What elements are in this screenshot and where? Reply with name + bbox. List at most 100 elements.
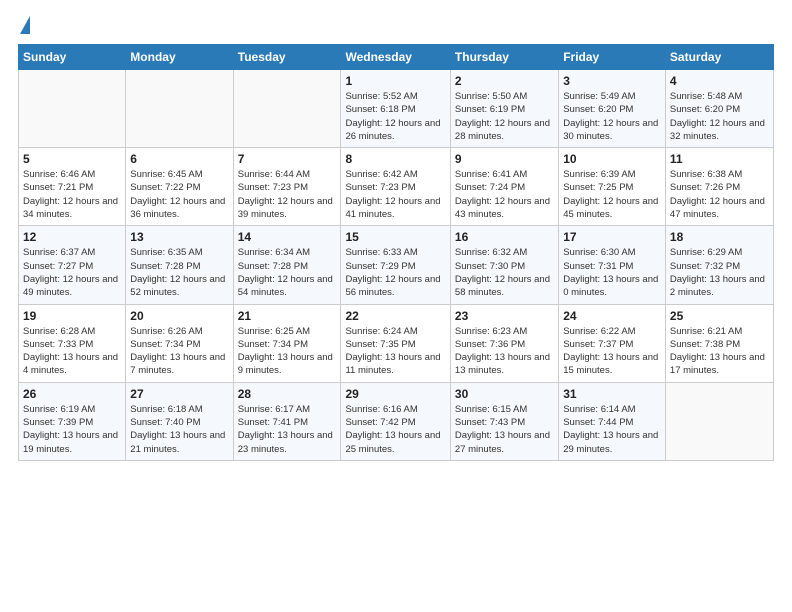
weekday-header-saturday: Saturday	[665, 45, 773, 70]
day-number: 27	[130, 387, 228, 401]
day-cell: 20 Sunrise: 6:26 AM Sunset: 7:34 PM Dayli…	[126, 304, 233, 382]
day-number: 31	[563, 387, 661, 401]
day-info: Sunrise: 6:21 AM Sunset: 7:38 PM Dayligh…	[670, 325, 769, 378]
day-cell: 31 Sunrise: 6:14 AM Sunset: 7:44 PM Dayli…	[559, 382, 666, 460]
day-info: Sunrise: 6:26 AM Sunset: 7:34 PM Dayligh…	[130, 325, 228, 378]
day-cell: 23Sunrise: 6:23 AM Sunset: 7:36 PM Dayli…	[450, 304, 558, 382]
day-cell: 29 Sunrise: 6:16 AM Sunset: 7:42 PM Dayli…	[341, 382, 450, 460]
day-number: 26	[23, 387, 121, 401]
day-cell: 18 Sunrise: 6:29 AM Sunset: 7:32 PM Dayli…	[665, 226, 773, 304]
day-info: Sunrise: 6:44 AM Sunset: 7:23 PM Dayligh…	[238, 168, 337, 221]
day-cell	[233, 70, 341, 148]
day-cell: 24 Sunrise: 6:22 AM Sunset: 7:37 PM Dayli…	[559, 304, 666, 382]
day-number: 4	[670, 74, 769, 88]
week-row-5: 26 Sunrise: 6:19 AM Sunset: 7:39 PM Dayli…	[19, 382, 774, 460]
day-number: 8	[345, 152, 445, 166]
day-number: 17	[563, 230, 661, 244]
day-info: Sunrise: 5:49 AM Sunset: 6:20 PM Dayligh…	[563, 90, 661, 143]
weekday-header-thursday: Thursday	[450, 45, 558, 70]
week-row-4: 19 Sunrise: 6:28 AM Sunset: 7:33 PM Dayli…	[19, 304, 774, 382]
week-row-1: 1 Sunrise: 5:52 AM Sunset: 6:18 PM Daylig…	[19, 70, 774, 148]
day-cell: 6 Sunrise: 6:45 AM Sunset: 7:22 PM Daylig…	[126, 148, 233, 226]
day-cell: 27Sunrise: 6:18 AM Sunset: 7:40 PM Dayli…	[126, 382, 233, 460]
day-number: 13	[130, 230, 228, 244]
day-cell: 2 Sunrise: 5:50 AM Sunset: 6:19 PM Daylig…	[450, 70, 558, 148]
day-info: Sunrise: 6:23 AM Sunset: 7:36 PM Dayligh…	[455, 325, 554, 378]
weekday-header-monday: Monday	[126, 45, 233, 70]
day-number: 15	[345, 230, 445, 244]
day-number: 10	[563, 152, 661, 166]
day-cell: 17 Sunrise: 6:30 AM Sunset: 7:31 PM Dayli…	[559, 226, 666, 304]
day-info: Sunrise: 5:50 AM Sunset: 6:19 PM Dayligh…	[455, 90, 554, 143]
day-number: 6	[130, 152, 228, 166]
day-number: 18	[670, 230, 769, 244]
day-cell: 3 Sunrise: 5:49 AM Sunset: 6:20 PM Daylig…	[559, 70, 666, 148]
day-info: Sunrise: 6:39 AM Sunset: 7:25 PM Dayligh…	[563, 168, 661, 221]
day-info: Sunrise: 6:34 AM Sunset: 7:28 PM Dayligh…	[238, 246, 337, 299]
page: SundayMondayTuesdayWednesdayThursdayFrid…	[0, 0, 792, 612]
day-cell: 22 Sunrise: 6:24 AM Sunset: 7:35 PM Dayli…	[341, 304, 450, 382]
day-cell: 15 Sunrise: 6:33 AM Sunset: 7:29 PM Dayli…	[341, 226, 450, 304]
day-info: Sunrise: 5:52 AM Sunset: 6:18 PM Dayligh…	[345, 90, 445, 143]
day-number: 2	[455, 74, 554, 88]
day-cell: 25 Sunrise: 6:21 AM Sunset: 7:38 PM Dayli…	[665, 304, 773, 382]
day-number: 28	[238, 387, 337, 401]
weekday-header-friday: Friday	[559, 45, 666, 70]
day-info: Sunrise: 6:24 AM Sunset: 7:35 PM Dayligh…	[345, 325, 445, 378]
day-info: Sunrise: 6:25 AM Sunset: 7:34 PM Dayligh…	[238, 325, 337, 378]
weekday-header-sunday: Sunday	[19, 45, 126, 70]
day-cell: 10 Sunrise: 6:39 AM Sunset: 7:25 PM Dayli…	[559, 148, 666, 226]
day-info: Sunrise: 6:17 AM Sunset: 7:41 PM Dayligh…	[238, 403, 337, 456]
day-cell: 7 Sunrise: 6:44 AM Sunset: 7:23 PM Daylig…	[233, 148, 341, 226]
day-cell: 1 Sunrise: 5:52 AM Sunset: 6:18 PM Daylig…	[341, 70, 450, 148]
day-cell: 8Sunrise: 6:42 AM Sunset: 7:23 PM Daylig…	[341, 148, 450, 226]
day-cell	[665, 382, 773, 460]
day-info: Sunrise: 6:37 AM Sunset: 7:27 PM Dayligh…	[23, 246, 121, 299]
week-row-2: 5 Sunrise: 6:46 AM Sunset: 7:21 PM Daylig…	[19, 148, 774, 226]
day-number: 3	[563, 74, 661, 88]
day-cell: 19 Sunrise: 6:28 AM Sunset: 7:33 PM Dayli…	[19, 304, 126, 382]
day-info: Sunrise: 6:35 AM Sunset: 7:28 PM Dayligh…	[130, 246, 228, 299]
day-info: Sunrise: 6:32 AM Sunset: 7:30 PM Dayligh…	[455, 246, 554, 299]
day-info: Sunrise: 6:19 AM Sunset: 7:39 PM Dayligh…	[23, 403, 121, 456]
day-number: 7	[238, 152, 337, 166]
logo	[18, 16, 30, 34]
day-cell: 5 Sunrise: 6:46 AM Sunset: 7:21 PM Daylig…	[19, 148, 126, 226]
day-info: Sunrise: 6:46 AM Sunset: 7:21 PM Dayligh…	[23, 168, 121, 221]
day-cell: 30Sunrise: 6:15 AM Sunset: 7:43 PM Dayli…	[450, 382, 558, 460]
day-cell: 16Sunrise: 6:32 AM Sunset: 7:30 PM Dayli…	[450, 226, 558, 304]
week-row-3: 12 Sunrise: 6:37 AM Sunset: 7:27 PM Dayli…	[19, 226, 774, 304]
calendar: SundayMondayTuesdayWednesdayThursdayFrid…	[18, 44, 774, 461]
day-info: Sunrise: 6:29 AM Sunset: 7:32 PM Dayligh…	[670, 246, 769, 299]
day-number: 1	[345, 74, 445, 88]
day-number: 19	[23, 309, 121, 323]
day-info: Sunrise: 6:30 AM Sunset: 7:31 PM Dayligh…	[563, 246, 661, 299]
day-info: Sunrise: 6:16 AM Sunset: 7:42 PM Dayligh…	[345, 403, 445, 456]
day-info: Sunrise: 5:48 AM Sunset: 6:20 PM Dayligh…	[670, 90, 769, 143]
day-info: Sunrise: 6:22 AM Sunset: 7:37 PM Dayligh…	[563, 325, 661, 378]
day-cell: 12 Sunrise: 6:37 AM Sunset: 7:27 PM Dayli…	[19, 226, 126, 304]
day-info: Sunrise: 6:45 AM Sunset: 7:22 PM Dayligh…	[130, 168, 228, 221]
day-cell: 9 Sunrise: 6:41 AM Sunset: 7:24 PM Daylig…	[450, 148, 558, 226]
day-number: 11	[670, 152, 769, 166]
day-info: Sunrise: 6:28 AM Sunset: 7:33 PM Dayligh…	[23, 325, 121, 378]
day-info: Sunrise: 6:14 AM Sunset: 7:44 PM Dayligh…	[563, 403, 661, 456]
day-info: Sunrise: 6:33 AM Sunset: 7:29 PM Dayligh…	[345, 246, 445, 299]
day-cell: 21 Sunrise: 6:25 AM Sunset: 7:34 PM Dayli…	[233, 304, 341, 382]
day-number: 24	[563, 309, 661, 323]
day-number: 9	[455, 152, 554, 166]
day-info: Sunrise: 6:41 AM Sunset: 7:24 PM Dayligh…	[455, 168, 554, 221]
day-number: 14	[238, 230, 337, 244]
day-cell: 4 Sunrise: 5:48 AM Sunset: 6:20 PM Daylig…	[665, 70, 773, 148]
day-number: 20	[130, 309, 228, 323]
day-cell	[19, 70, 126, 148]
day-cell: 14 Sunrise: 6:34 AM Sunset: 7:28 PM Dayli…	[233, 226, 341, 304]
day-number: 25	[670, 309, 769, 323]
day-number: 5	[23, 152, 121, 166]
day-number: 21	[238, 309, 337, 323]
day-number: 29	[345, 387, 445, 401]
day-number: 22	[345, 309, 445, 323]
day-cell: 26 Sunrise: 6:19 AM Sunset: 7:39 PM Dayli…	[19, 382, 126, 460]
day-number: 12	[23, 230, 121, 244]
weekday-header-wednesday: Wednesday	[341, 45, 450, 70]
